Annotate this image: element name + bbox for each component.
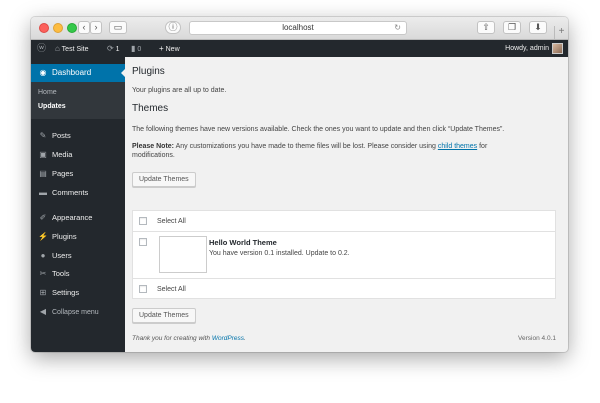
- my-account-menu[interactable]: Howdy, admin: [505, 40, 563, 57]
- sidebar-item-pages[interactable]: ▤ Pages: [31, 166, 125, 182]
- submenu-item-updates[interactable]: Updates: [38, 103, 66, 110]
- chevron-left-icon: ‹: [82, 22, 86, 32]
- admin-bar: ⓦ ⌂ Test Site ⟳ 1 ▮ 0 + New Howdy, admin: [31, 40, 568, 57]
- theme-update-description: You have version 0.1 installed. Update t…: [209, 250, 350, 257]
- plugin-icon: ⚡: [38, 232, 48, 241]
- url-text: localhost: [282, 23, 314, 32]
- updates-link[interactable]: ⟳ 1: [107, 40, 120, 57]
- select-all-checkbox[interactable]: [139, 217, 147, 225]
- updates-icon: ⟳: [107, 44, 114, 53]
- address-bar[interactable]: localhost ↻: [189, 21, 407, 35]
- browser-toolbar: ‹ › ▭ ⓘ localhost ↻ ⇧ ❐ ⬇ +: [31, 17, 568, 40]
- admin-sidebar: ◉ Dashboard Home Updates ✎ Posts ▣ Media ▤ P…: [31, 57, 125, 352]
- themes-table: Select All Hello World Theme You have ve…: [132, 210, 556, 299]
- sidebar-icon: ▭: [113, 22, 123, 32]
- new-content-link[interactable]: + New: [159, 40, 180, 57]
- note-line: Please Note: Any customizations you have…: [132, 143, 488, 150]
- users-icon: ●: [40, 251, 46, 260]
- tabs-overview-button[interactable]: ❐: [503, 21, 521, 34]
- reader-icon: ⓘ: [168, 22, 178, 32]
- sidebar-toggle-button[interactable]: ▭: [109, 21, 127, 34]
- settings-icon: ⊞: [39, 288, 47, 297]
- browser-window: ‹ › ▭ ⓘ localhost ↻ ⇧ ❐ ⬇ + ⓦ ⌂ Test Sit…: [31, 17, 568, 352]
- back-button[interactable]: ‹: [78, 21, 90, 34]
- brush-icon: ✐: [39, 213, 47, 222]
- wordpress-logo-icon[interactable]: ⓦ: [37, 40, 46, 57]
- reload-icon[interactable]: ↻: [394, 22, 401, 34]
- sidebar-item-dashboard[interactable]: ◉ Dashboard: [31, 64, 125, 82]
- comments-link[interactable]: ▮ 0: [131, 40, 141, 57]
- chevron-right-icon: ›: [94, 22, 98, 32]
- note-line-2: modifications.: [132, 152, 175, 159]
- forward-button[interactable]: ›: [90, 21, 102, 34]
- select-all-checkbox-bottom[interactable]: [139, 285, 147, 293]
- pages-icon: ▤: [39, 169, 47, 178]
- main-content: Plugins Your plugins are all up to date.…: [132, 57, 562, 352]
- close-window-button[interactable]: [39, 23, 49, 33]
- zoom-window-button[interactable]: [67, 23, 77, 33]
- wordpress-link[interactable]: WordPress: [212, 335, 244, 342]
- downloads-icon: ⬇: [534, 22, 542, 32]
- submenu-item-home[interactable]: Home: [38, 89, 57, 96]
- downloads-button[interactable]: ⬇: [529, 21, 547, 34]
- tabs-overview-icon: ❐: [507, 22, 517, 32]
- row-divider: [133, 231, 555, 232]
- theme-name: Hello World Theme: [209, 238, 277, 247]
- plugins-heading: Plugins: [132, 66, 165, 77]
- dashboard-submenu: Home Updates: [31, 82, 125, 119]
- share-button[interactable]: ⇧: [477, 21, 495, 34]
- select-all-label-bottom: Select All: [157, 286, 186, 293]
- pin-icon: ✎: [39, 131, 47, 140]
- comment-icon: ▬: [39, 188, 47, 197]
- plus-icon: +: [159, 44, 164, 53]
- footer-version: Version 4.0.1: [518, 335, 556, 342]
- sidebar-item-comments[interactable]: ▬ Comments: [31, 185, 125, 201]
- sidebar-item-tools[interactable]: ✂ Tools: [31, 266, 125, 282]
- wrench-icon: ✂: [39, 269, 47, 278]
- dashboard-icon: ◉: [39, 68, 47, 77]
- theme-screenshot: [159, 236, 207, 273]
- child-themes-link[interactable]: child themes: [438, 143, 477, 150]
- update-themes-button[interactable]: Update Themes: [132, 172, 196, 187]
- row-divider: [133, 278, 555, 279]
- sidebar-item-plugins[interactable]: ⚡ Plugins: [31, 229, 125, 245]
- collapse-icon: ◀: [39, 307, 47, 316]
- themes-instructions: The following themes have new versions a…: [132, 126, 505, 133]
- sidebar-item-settings[interactable]: ⊞ Settings: [31, 285, 125, 301]
- site-name-link[interactable]: ⌂ Test Site: [55, 40, 89, 57]
- sidebar-item-users[interactable]: ● Users: [31, 248, 125, 264]
- plugins-status-text: Your plugins are all up to date.: [132, 87, 227, 94]
- new-tab-button[interactable]: +: [554, 26, 568, 39]
- avatar: [552, 42, 563, 54]
- home-icon: ⌂: [55, 44, 60, 53]
- minimize-window-button[interactable]: [53, 23, 63, 33]
- collapse-menu-button[interactable]: ◀ Collapse menu: [31, 304, 125, 320]
- share-icon: ⇧: [482, 22, 490, 32]
- theme-checkbox[interactable]: [139, 238, 147, 246]
- themes-heading: Themes: [132, 103, 169, 114]
- select-all-label: Select All: [157, 218, 186, 225]
- reader-button[interactable]: ⓘ: [165, 21, 181, 34]
- update-themes-button-bottom[interactable]: Update Themes: [132, 308, 196, 323]
- media-icon: ▣: [39, 150, 47, 159]
- footer-thanks: Thank you for creating with WordPress.: [132, 335, 246, 342]
- comment-bubble-icon: ▮: [131, 44, 136, 53]
- sidebar-item-appearance[interactable]: ✐ Appearance: [31, 210, 125, 226]
- sidebar-item-media[interactable]: ▣ Media: [31, 147, 125, 163]
- sidebar-item-posts[interactable]: ✎ Posts: [31, 128, 125, 144]
